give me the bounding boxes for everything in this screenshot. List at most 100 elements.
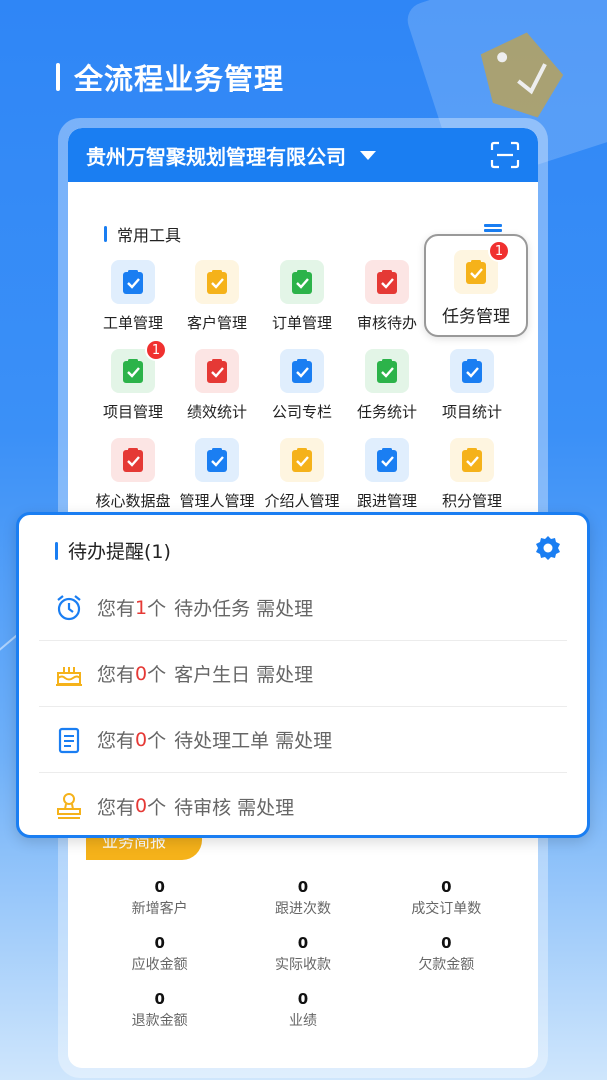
reminder-suffix: 个: [147, 730, 167, 752]
task-stats-icon: [365, 349, 409, 393]
stat-value: 0: [441, 878, 452, 896]
tool-referrer[interactable]: 介绍人管理: [257, 438, 347, 511]
tool-customer[interactable]: 客户管理: [172, 260, 262, 333]
alarm-clock-icon: [53, 592, 85, 624]
tools-section-title: 常用工具: [117, 226, 182, 245]
stat-label: 实际收款: [274, 957, 331, 973]
tool-label: 任务管理: [442, 307, 510, 327]
tool-column[interactable]: 公司专栏: [257, 349, 347, 422]
tool-work-order[interactable]: 工单管理: [88, 260, 178, 333]
tool-order[interactable]: 订单管理: [257, 260, 347, 333]
stat-label: 成交订单数: [411, 901, 482, 917]
stat-value: 0: [297, 934, 309, 952]
notification-badge: 1: [488, 240, 510, 262]
chevron-down-icon[interactable]: [360, 150, 376, 160]
tool-project-stats[interactable]: 项目统计: [427, 349, 517, 422]
reminder-text: 待办任务 需处理: [174, 598, 314, 620]
tool-label: 订单管理: [271, 314, 332, 332]
reminder-text: 客户生日 需处理: [174, 664, 314, 686]
reminder-header: 待办提醒(1): [19, 515, 587, 564]
stat-label: 欠款金额: [418, 957, 475, 973]
reminder-prefix: 您有: [97, 796, 136, 819]
page-title: 全流程业务管理: [56, 56, 284, 98]
stats-card: 业务简报 0 新增客户 0 跟进次数 0 成交订单数 0 应收金额 0 实际收款 0 欠款金额 0 退款金…: [68, 820, 538, 1068]
reminder-prefix: 您有: [97, 598, 136, 620]
stat-item: 0 新增客户: [88, 878, 231, 918]
reminder-list: 您有 1 个待办任务 需处理 您有 0 个客户生日 需处理 您有 0 个待处理工单 需处理 您有 0…: [39, 575, 567, 839]
tool-label: 介绍人管理: [264, 492, 340, 510]
birthday-cake-icon: [53, 658, 85, 690]
followup-icon: [365, 438, 409, 482]
reminder-item[interactable]: 您有 0 个待处理工单 需处理: [39, 707, 567, 773]
tool-project[interactable]: 1 项目管理: [88, 339, 178, 422]
stat-label: 新增客户: [131, 901, 188, 917]
reminder-count: 0: [135, 728, 148, 751]
stat-item: 0 业绩: [231, 990, 374, 1030]
tool-label: 审核待办: [356, 314, 417, 332]
company-bar[interactable]: 贵州万智聚规划管理有限公司: [68, 128, 538, 182]
reminder-suffix: 个: [147, 664, 167, 686]
tool-label: 任务统计: [356, 403, 417, 421]
reminder-panel: 待办提醒(1) 您有 1 个待办任务 需处理 您有 0 个客户生日 需处理 您有 0 个待处理工…: [16, 512, 590, 838]
tool-performance[interactable]: 绩效统计: [172, 349, 262, 422]
task-icon: 1: [454, 240, 510, 294]
stat-value: 0: [297, 990, 309, 1008]
stat-item: 0 退款金额: [88, 990, 231, 1030]
tool-label: 积分管理: [441, 492, 502, 510]
reminder-item[interactable]: 您有 1 个待办任务 需处理: [39, 575, 567, 641]
tool-task-stats[interactable]: 任务统计: [342, 349, 432, 422]
stat-value: 0: [441, 934, 452, 952]
stat-value: 0: [154, 990, 165, 1008]
reminder-text: 待审核 需处理: [174, 796, 295, 819]
tools-section-header: 常用工具: [104, 222, 181, 246]
tool-followup[interactable]: 跟进管理: [342, 438, 432, 511]
work-order-icon: [111, 260, 155, 304]
reminder-count: 1: [135, 596, 148, 619]
tool-label: 绩效统计: [186, 403, 247, 421]
stat-item: 0 成交订单数: [375, 878, 518, 918]
stat-label: 应收金额: [131, 957, 188, 973]
company-name[interactable]: 贵州万智聚规划管理有限公司: [86, 141, 346, 170]
stats-grid: 0 新增客户 0 跟进次数 0 成交订单数 0 应收金额 0 实际收款 0 欠款金额 0 退款金额 0 业绩: [88, 878, 518, 1030]
tool-manager[interactable]: 管理人管理: [172, 438, 262, 511]
page-title-text: 全流程业务管理: [74, 62, 285, 96]
tool-label: 客户管理: [186, 314, 247, 332]
stat-value: 0: [154, 878, 165, 896]
tool-label: 项目管理: [102, 403, 163, 421]
tool-review[interactable]: 审核待办: [342, 260, 432, 333]
reminder-prefix: 您有: [97, 730, 136, 752]
section-bar: [104, 226, 107, 242]
stat-item: 0 欠款金额: [375, 934, 518, 974]
order-icon: [280, 260, 324, 304]
tool-points[interactable]: 积分管理: [427, 438, 517, 511]
reminder-item[interactable]: 您有 0 个待审核 需处理: [39, 773, 567, 839]
reminder-count: 0: [135, 662, 148, 685]
tool-task[interactable]: 1 任务管理: [424, 234, 528, 337]
stat-item: 0 跟进次数: [231, 878, 374, 918]
stat-label: 跟进次数: [274, 901, 331, 917]
reminder-item[interactable]: 您有 0 个客户生日 需处理: [39, 641, 567, 707]
reminder-count: 0: [135, 795, 148, 817]
scan-icon[interactable]: [490, 141, 520, 169]
tools-card: 常用工具 工单管理 客户管理 订单管理 审核待办 1 任务管理 1 项目管理 绩效统计 公司专栏 任…: [68, 182, 538, 512]
title-bar: [56, 63, 60, 91]
referrer-icon: [280, 438, 324, 482]
reminder-suffix: 个: [147, 796, 167, 819]
tool-label: 管理人管理: [179, 492, 255, 510]
reminder-text: 待处理工单 需处理: [174, 730, 333, 752]
stamp-icon: [53, 790, 85, 822]
tool-database[interactable]: 核心数据盘: [88, 438, 178, 511]
database-icon: [111, 438, 155, 482]
notification-badge: 1: [145, 339, 167, 361]
stat-label: 退款金额: [131, 1013, 188, 1029]
performance-icon: [195, 349, 239, 393]
stat-item: 0 应收金额: [88, 934, 231, 974]
section-bar: [55, 541, 58, 560]
customer-icon: [195, 260, 239, 304]
tool-label: 跟进管理: [356, 492, 417, 510]
gear-icon[interactable]: [535, 535, 561, 561]
stat-item: 0 实际收款: [231, 934, 374, 974]
reminder-prefix: 您有: [97, 664, 136, 686]
reminder-suffix: 个: [147, 598, 167, 620]
tool-label: 公司专栏: [271, 403, 332, 421]
